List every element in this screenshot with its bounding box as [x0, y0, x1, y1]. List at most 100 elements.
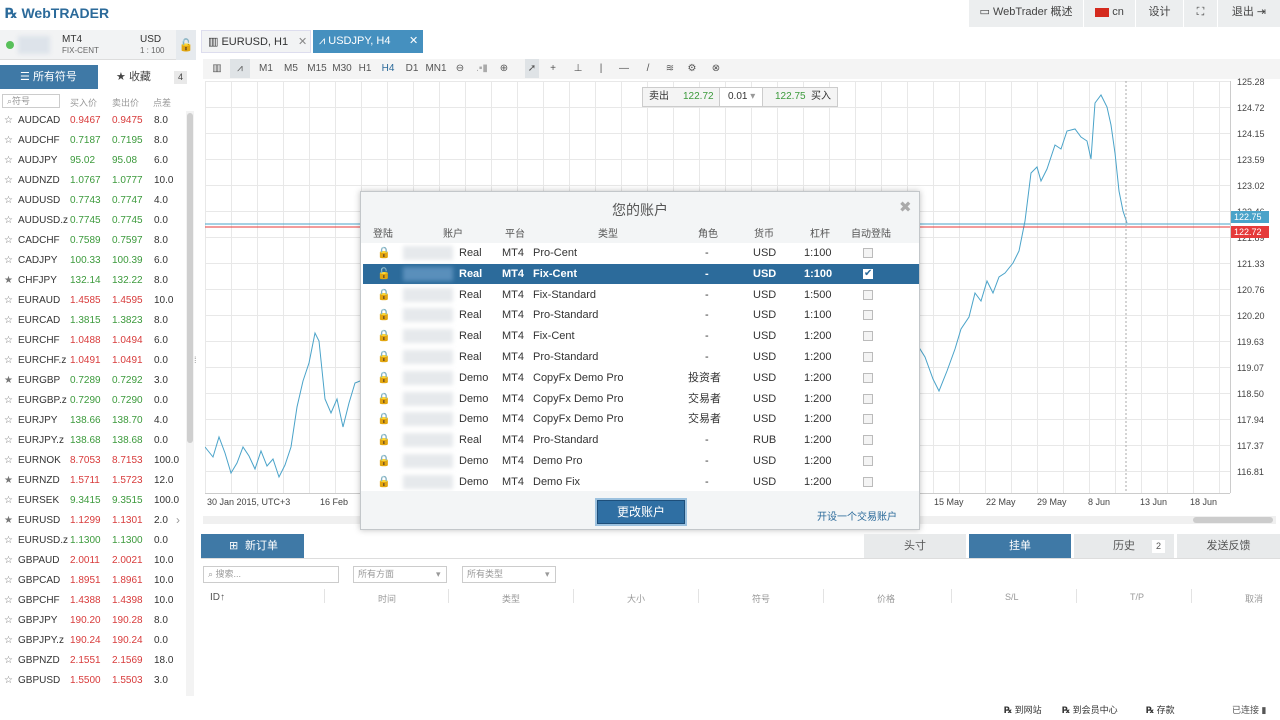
symbol-search-input[interactable]: ⌕符号: [2, 94, 60, 108]
star-outline-icon[interactable]: ☆: [4, 171, 13, 191]
star-filled-icon[interactable]: ★: [4, 271, 13, 291]
auto-login-checkbox[interactable]: [863, 289, 873, 300]
tab-positions[interactable]: 头寸: [864, 534, 966, 558]
bid-price[interactable]: 1.1299: [70, 511, 101, 531]
bid-price[interactable]: 8.7053: [70, 451, 101, 471]
bid-price[interactable]: 100.33: [70, 251, 101, 271]
star-outline-icon[interactable]: ☆: [4, 671, 13, 691]
list-item[interactable]: ★ EURUSD 1.1299 1.1301 2.0: [0, 511, 186, 531]
orders-column-header[interactable]: 类型: [502, 592, 520, 605]
open-trading-account-link[interactable]: 开设一个交易账户: [817, 508, 897, 523]
star-outline-icon[interactable]: ☆: [4, 391, 13, 411]
account-row[interactable]: 🔒 Real MT4 Fix-Standard - USD 1:500: [363, 285, 919, 305]
list-item[interactable]: ★ EURNZD 1.5711 1.5723 12.0: [0, 471, 186, 491]
star-outline-icon[interactable]: ☆: [4, 491, 13, 511]
list-item[interactable]: ☆ GBPJPY 190.20 190.28 8.0: [0, 611, 186, 631]
column-ask[interactable]: 卖出价: [112, 96, 139, 109]
ask-price[interactable]: 138.70: [112, 411, 143, 431]
list-item[interactable]: ☆ EURUSD.z 1.1300 1.1300 0.0: [0, 531, 186, 551]
star-filled-icon[interactable]: ★: [4, 471, 13, 491]
bid-price[interactable]: 1.0488: [70, 331, 101, 351]
star-outline-icon[interactable]: ☆: [4, 411, 13, 431]
star-filled-icon[interactable]: ★: [4, 511, 13, 531]
orders-column-header[interactable]: ID↑: [210, 592, 225, 603]
buy-price[interactable]: 122.75: [775, 88, 806, 106]
ask-price[interactable]: 0.7290: [112, 391, 143, 411]
lot-size-select[interactable]: 0.01 ▾: [719, 88, 763, 106]
star-outline-icon[interactable]: ☆: [4, 231, 13, 251]
orders-column-header[interactable]: 价格: [877, 592, 895, 605]
bid-price[interactable]: 0.7745: [70, 211, 101, 231]
account-box[interactable]: MT4 FIX-CENT USD 1 : 100 🔓: [0, 30, 196, 60]
star-outline-icon[interactable]: ☆: [4, 571, 13, 591]
auto-login-checkbox[interactable]: [863, 248, 873, 258]
list-item[interactable]: ☆ EURJPY.z 138.68 138.68 0.0: [0, 431, 186, 451]
list-item[interactable]: ★ CHFJPY 132.14 132.22 8.0: [0, 271, 186, 291]
zoom-out-icon[interactable]: ⊖: [454, 59, 466, 78]
unlock-icon[interactable]: 🔓: [377, 264, 391, 284]
list-item[interactable]: ★ EURGBP 0.7289 0.7292 3.0: [0, 371, 186, 391]
bid-price[interactable]: 0.7289: [70, 371, 101, 391]
ask-price[interactable]: 190.28: [112, 611, 143, 631]
ask-price[interactable]: 0.7597: [112, 231, 143, 251]
timeframe-m5[interactable]: M5: [282, 59, 300, 78]
language-button[interactable]: cn: [1083, 0, 1135, 27]
list-item[interactable]: ☆ AUDNZD 1.0767 1.0777 10.0: [0, 171, 186, 191]
star-outline-icon[interactable]: ☆: [4, 351, 13, 371]
bid-price[interactable]: 1.0767: [70, 171, 101, 191]
auto-login-checkbox[interactable]: [863, 476, 873, 487]
column-bid[interactable]: 买入价: [70, 96, 97, 109]
ask-price[interactable]: 138.68: [112, 431, 143, 451]
bid-price[interactable]: 0.7589: [70, 231, 101, 251]
account-row[interactable]: 🔒 Demo MT4 Demo Pro - USD 1:200: [363, 451, 919, 471]
symbol-list-scrollbar[interactable]: [186, 111, 194, 696]
ask-price[interactable]: 1.5723: [112, 471, 143, 491]
account-row[interactable]: 🔒 Real MT4 Pro-Standard - USD 1:100: [363, 305, 919, 325]
auto-login-checkbox[interactable]: [863, 456, 873, 466]
ask-price[interactable]: 1.1301: [112, 511, 143, 531]
ask-price[interactable]: 100.39: [112, 251, 143, 271]
ask-price[interactable]: 1.0491: [112, 351, 143, 371]
auto-login-checkbox[interactable]: [863, 352, 873, 362]
account-row[interactable]: 🔒 Real MT4 Pro-Cent - USD 1:100: [363, 243, 919, 263]
list-item[interactable]: ☆ AUDUSD.z 0.7745 0.7745 0.0: [0, 211, 186, 231]
lock-icon[interactable]: 🔒: [377, 409, 391, 429]
star-outline-icon[interactable]: ☆: [4, 591, 13, 611]
bid-price[interactable]: 2.1551: [70, 651, 101, 671]
sell-price[interactable]: 122.72: [683, 88, 714, 106]
bid-price[interactable]: 0.7187: [70, 131, 101, 151]
bid-price[interactable]: 138.66: [70, 411, 101, 431]
list-item[interactable]: ☆ AUDCAD 0.9467 0.9475 8.0: [0, 111, 186, 131]
list-item[interactable]: ☆ EURJPY 138.66 138.70 4.0: [0, 411, 186, 431]
account-row[interactable]: 🔒 Demo MT4 CopyFx Demo Pro 交易者 USD 1:200: [363, 409, 919, 429]
bid-price[interactable]: 138.68: [70, 431, 101, 451]
ask-price[interactable]: 2.0021: [112, 551, 143, 571]
list-item[interactable]: ☆ AUDCHF 0.7187 0.7195 8.0: [0, 131, 186, 151]
list-item[interactable]: ☆ EURNOK 8.7053 8.7153 100.0: [0, 451, 186, 471]
star-outline-icon[interactable]: ☆: [4, 291, 13, 311]
vertical-line-icon[interactable]: |: [596, 59, 606, 78]
logout-button[interactable]: 退出 ⇥: [1217, 0, 1280, 27]
change-account-button[interactable]: 更改账户: [597, 500, 685, 524]
clear-drawings-icon[interactable]: ⊗: [709, 59, 723, 78]
tab-history[interactable]: 历史 2: [1074, 534, 1174, 558]
ask-price[interactable]: 1.4398: [112, 591, 143, 611]
star-outline-icon[interactable]: ☆: [4, 251, 13, 271]
list-item[interactable]: ☆ CADCHF 0.7589 0.7597 8.0: [0, 231, 186, 251]
account-row[interactable]: 🔒 Demo MT4 CopyFx Demo Pro 投资者 USD 1:200: [363, 368, 919, 388]
orders-column-header[interactable]: 符号: [752, 592, 770, 605]
chart-tab-usdjpy[interactable]: ⩘ USDJPY, H4 ✕: [313, 30, 423, 53]
orders-column-header[interactable]: T/P: [1130, 592, 1144, 602]
column-spread[interactable]: 点差: [153, 96, 171, 109]
bid-price[interactable]: 0.7290: [70, 391, 101, 411]
type-filter-select[interactable]: 所有类型 ▾: [462, 566, 556, 583]
star-outline-icon[interactable]: ☆: [4, 331, 13, 351]
ask-price[interactable]: 132.22: [112, 271, 143, 291]
timeframe-m1[interactable]: M1: [257, 59, 275, 78]
sell-button[interactable]: 卖出: [649, 88, 669, 106]
account-row[interactable]: 🔒 Demo MT4 CopyFx Demo Pro 交易者 USD 1:200: [363, 389, 919, 409]
star-outline-icon[interactable]: ☆: [4, 151, 13, 171]
tab-favorites[interactable]: ★ 收藏 4: [100, 65, 196, 89]
tab-send-feedback[interactable]: 发送反馈: [1177, 534, 1280, 558]
timeframe-h1[interactable]: H1: [356, 59, 374, 78]
